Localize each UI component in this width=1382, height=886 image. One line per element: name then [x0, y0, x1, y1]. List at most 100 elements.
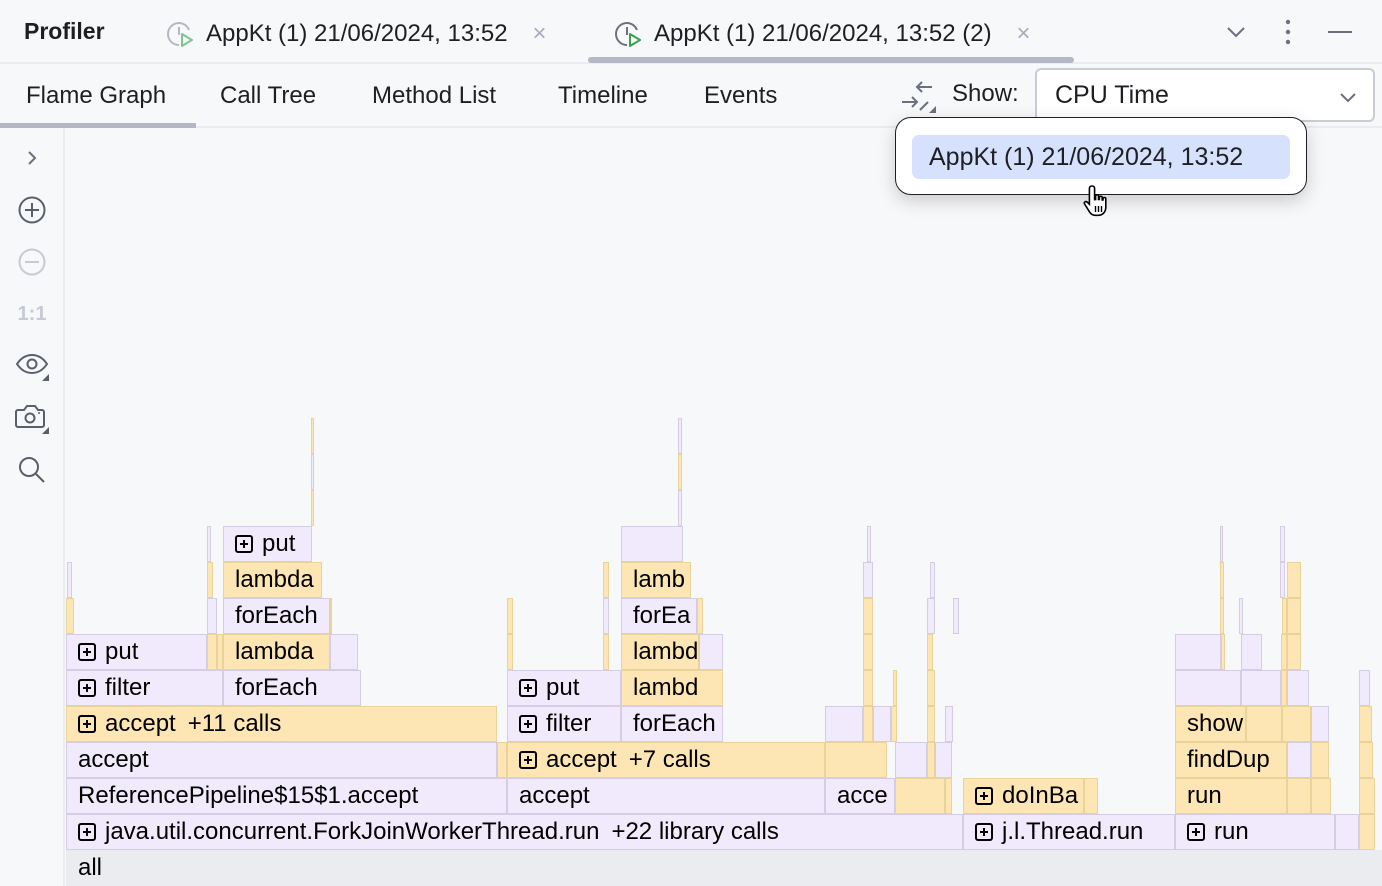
flame-frame-lambd[interactable]: lambd	[621, 634, 699, 670]
popup-item-snapshot[interactable]: AppKt (1) 21/06/2024, 13:52	[912, 135, 1290, 179]
flame-frame[interactable]	[935, 742, 952, 778]
tab-flame-graph[interactable]: Flame Graph	[26, 82, 166, 110]
flame-graph-canvas[interactable]: all java.util.concurrent.ForkJoinWorkerTh…	[66, 130, 1382, 886]
flame-frame-finddup[interactable]: findDup	[1175, 742, 1287, 778]
flame-frame-put[interactable]: put	[223, 526, 312, 562]
flame-frame[interactable]	[207, 634, 217, 670]
flame-frame[interactable]	[893, 670, 897, 706]
flame-frame[interactable]	[945, 778, 952, 814]
flame-frame-lambda[interactable]: lambda	[223, 562, 322, 598]
flame-frame[interactable]	[863, 562, 873, 598]
flame-frame-forea[interactable]: forEa	[621, 598, 697, 634]
flame-frame-accept[interactable]: accept	[66, 742, 497, 778]
flame-frame[interactable]	[867, 526, 871, 562]
flame-frame[interactable]	[1359, 778, 1375, 814]
flame-frame[interactable]	[1287, 634, 1301, 670]
flame-frame[interactable]	[1311, 742, 1329, 778]
flame-frame[interactable]	[1241, 670, 1281, 706]
expand-plus-icon[interactable]	[235, 535, 253, 553]
flame-frame[interactable]	[603, 562, 609, 598]
expand-plus-icon[interactable]	[78, 679, 96, 697]
flame-frame[interactable]	[1175, 634, 1221, 670]
flame-frame-run[interactable]: run	[1175, 778, 1287, 814]
minimize-icon[interactable]	[1322, 14, 1358, 50]
flame-frame[interactable]	[1220, 562, 1224, 598]
flame-frame[interactable]	[1359, 742, 1373, 778]
flame-frame-foreach[interactable]: forEach	[223, 598, 330, 634]
flame-frame[interactable]	[311, 454, 314, 490]
flame-frame-accept[interactable]: accept +11 calls	[66, 706, 497, 742]
close-tab-icon[interactable]: ×	[530, 20, 550, 48]
flame-frame[interactable]	[927, 598, 935, 634]
flame-frame-java-util-concurrent-forkjoinworkerthread-run[interactable]: java.util.concurrent.ForkJoinWorkerThrea…	[66, 814, 963, 850]
flame-frame[interactable]	[330, 598, 332, 634]
flame-frame[interactable]	[699, 634, 723, 670]
flame-frame[interactable]	[1287, 670, 1309, 706]
flame-frame[interactable]	[507, 634, 513, 670]
flame-frame[interactable]	[927, 670, 935, 706]
flame-frame-referencepipeline-15-1-accept[interactable]: ReferencePipeline$15$1.accept	[66, 778, 507, 814]
flame-frame[interactable]	[207, 562, 213, 598]
expand-plus-icon[interactable]	[78, 643, 96, 661]
flame-frame-filter[interactable]: filter	[66, 670, 223, 706]
flame-frame-accept[interactable]: accept +7 calls	[507, 742, 825, 778]
flame-frame[interactable]	[67, 562, 72, 598]
snapshot-tab-1[interactable]: AppKt (1) 21/06/2024, 13:52 ×	[164, 14, 550, 54]
flame-frame[interactable]	[1359, 706, 1372, 742]
flame-frame[interactable]	[945, 706, 953, 742]
expand-plus-icon[interactable]	[975, 823, 993, 841]
expand-plus-icon[interactable]	[519, 679, 537, 697]
flame-frame[interactable]	[863, 706, 873, 742]
flame-frame[interactable]	[930, 562, 935, 598]
flame-frame-accept[interactable]: accept	[507, 778, 825, 814]
expand-icon[interactable]	[14, 140, 50, 176]
flame-frame-doinba[interactable]: doInBa	[963, 778, 1084, 814]
show-metric-select[interactable]: CPU Time	[1035, 68, 1375, 122]
expand-plus-icon[interactable]	[519, 751, 537, 769]
flame-frame[interactable]	[1239, 598, 1243, 634]
flame-frame[interactable]	[1311, 706, 1329, 742]
flame-frame[interactable]	[1246, 706, 1282, 742]
flame-frame-acce[interactable]: acce	[825, 778, 895, 814]
camera-icon[interactable]	[14, 400, 50, 436]
flame-frame-put[interactable]: put	[66, 634, 207, 670]
flame-frame[interactable]	[1280, 526, 1285, 562]
flame-frame[interactable]	[1175, 670, 1241, 706]
flame-frame[interactable]	[603, 598, 609, 634]
flame-frame[interactable]	[1220, 526, 1223, 562]
flame-frame[interactable]	[1280, 562, 1285, 598]
flame-frame[interactable]	[1287, 562, 1301, 598]
flame-frame[interactable]	[1241, 634, 1262, 670]
flame-frame[interactable]	[1287, 778, 1311, 814]
flame-frame[interactable]	[863, 634, 873, 670]
more-vertical-icon[interactable]	[1270, 14, 1306, 50]
flame-frame[interactable]	[895, 742, 927, 778]
expand-plus-icon[interactable]	[975, 787, 993, 805]
flame-frame[interactable]	[895, 778, 945, 814]
eye-icon[interactable]	[14, 348, 50, 384]
flame-frame[interactable]	[927, 706, 935, 742]
search-icon[interactable]	[14, 452, 50, 488]
flame-frame[interactable]	[1335, 814, 1359, 850]
flame-frame[interactable]	[1220, 598, 1224, 634]
flame-frame[interactable]	[697, 598, 703, 634]
flame-frame[interactable]	[678, 454, 682, 490]
flame-frame[interactable]	[825, 742, 887, 778]
flame-frame-run[interactable]: run	[1175, 814, 1335, 850]
flame-frame[interactable]	[1359, 670, 1370, 706]
flame-frame-show[interactable]: show	[1175, 706, 1246, 742]
flame-frame[interactable]	[1282, 706, 1311, 742]
close-tab-icon[interactable]: ×	[1014, 20, 1034, 48]
flame-frame[interactable]	[66, 598, 74, 634]
flame-frame-lambd[interactable]: lambd	[621, 670, 723, 706]
flame-frame-put[interactable]: put	[507, 670, 621, 706]
expand-plus-icon[interactable]	[519, 715, 537, 733]
flame-frame[interactable]	[311, 490, 314, 526]
flame-frame[interactable]	[927, 742, 935, 778]
chevron-down-icon[interactable]	[1218, 14, 1254, 50]
flame-frame[interactable]	[1287, 598, 1301, 634]
tab-timeline[interactable]: Timeline	[558, 82, 648, 110]
flame-frame[interactable]	[330, 634, 358, 670]
flame-frame[interactable]	[863, 598, 873, 634]
tab-call-tree[interactable]: Call Tree	[220, 82, 316, 110]
